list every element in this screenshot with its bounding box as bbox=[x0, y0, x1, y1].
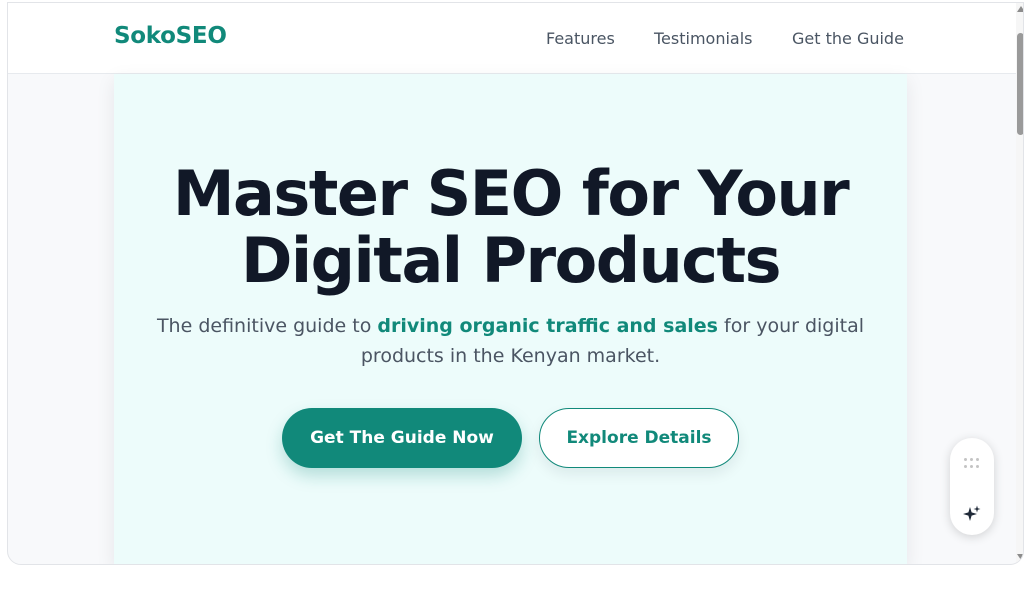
explore-details-button[interactable]: Explore Details bbox=[539, 408, 739, 468]
nav-link-testimonials[interactable]: Testimonials bbox=[654, 29, 753, 48]
scroll-up-arrow-icon[interactable] bbox=[1017, 6, 1023, 12]
hero-title-line-2: Digital Products bbox=[240, 224, 782, 297]
floating-assistant-widget[interactable] bbox=[950, 438, 994, 535]
hero-subtitle: The definitive guide to driving organic … bbox=[114, 311, 907, 371]
browser-viewport: SokoSEO Features Testimonials Get the Gu… bbox=[7, 2, 1024, 565]
nav-link-features[interactable]: Features bbox=[546, 29, 615, 48]
nav-link-get-the-guide[interactable]: Get the Guide bbox=[792, 29, 904, 48]
drag-handle-icon[interactable] bbox=[964, 458, 980, 468]
hero-title-line-1: Master SEO for Your bbox=[172, 157, 850, 230]
vertical-scrollbar[interactable] bbox=[1016, 3, 1023, 564]
scrollbar-thumb[interactable] bbox=[1017, 33, 1023, 135]
hero-subtitle-intro: The definitive guide to bbox=[156, 315, 378, 337]
get-the-guide-button[interactable]: Get The Guide Now bbox=[282, 408, 522, 468]
brand-logo[interactable]: SokoSEO bbox=[114, 23, 227, 49]
navbar: SokoSEO Features Testimonials Get the Gu… bbox=[8, 3, 1016, 74]
scroll-down-arrow-icon[interactable] bbox=[1017, 554, 1023, 560]
hero-section: Master SEO for Your Digital Products The… bbox=[114, 74, 907, 564]
hero-subtitle-highlight: driving organic traffic and sales bbox=[377, 315, 718, 337]
sparkle-icon[interactable] bbox=[962, 504, 982, 524]
hero-title: Master SEO for Your Digital Products bbox=[114, 160, 907, 294]
